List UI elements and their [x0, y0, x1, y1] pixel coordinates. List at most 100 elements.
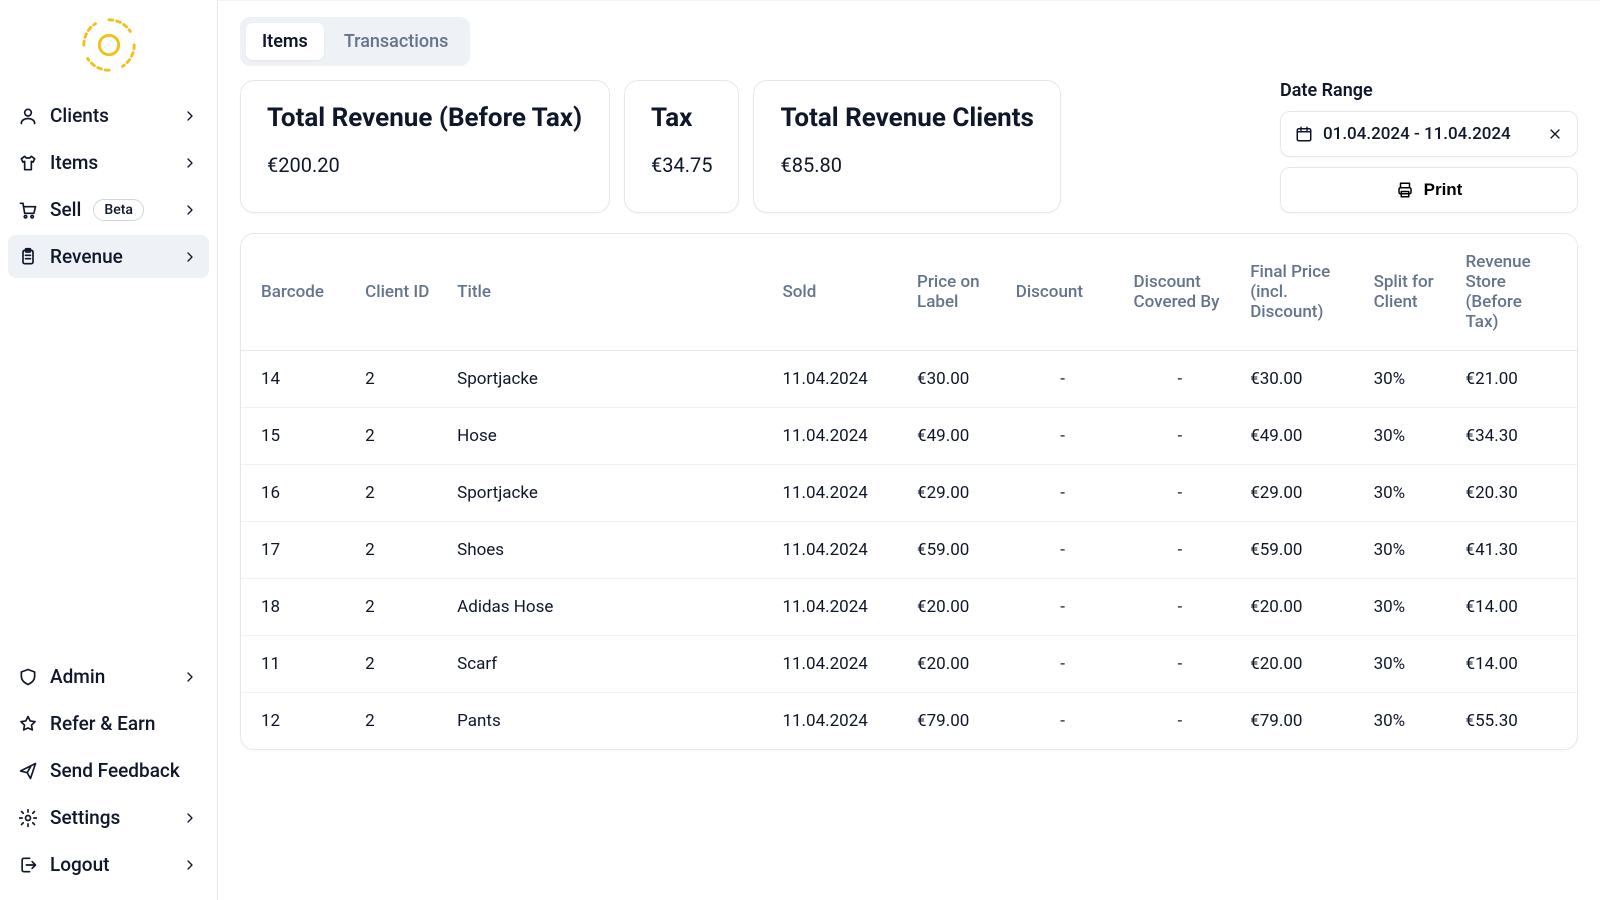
table-cell-client_id: 2 [353, 351, 445, 408]
date-range-picker[interactable]: 01.04.2024 - 11.04.2024 [1280, 111, 1578, 157]
sidebar-item-admin[interactable]: Admin [8, 655, 209, 698]
sidebar: Clients Items SellBetaRevenue Admin Refer &… [0, 0, 218, 900]
table-cell-split: 30% [1362, 408, 1454, 465]
table-cell-client_id: 2 [353, 693, 445, 750]
sidebar-item-label: Send Feedback [50, 759, 180, 782]
table-cell-discount: - [1004, 693, 1122, 750]
table-cell-title: Sportjacke [445, 351, 770, 408]
star-icon [18, 714, 38, 734]
calendar-icon [1295, 125, 1313, 143]
table-cell-discount: - [1004, 522, 1122, 579]
clear-date-icon[interactable] [1547, 126, 1563, 142]
table-header-cell[interactable]: Title [445, 234, 770, 351]
sidebar-item-refer-earn[interactable]: Refer & Earn [8, 702, 209, 745]
table-row[interactable]: 152Hose11.04.2024€49.00--€49.0030%€34.30 [241, 408, 1577, 465]
table-cell-barcode: 12 [241, 693, 353, 750]
table-cell-title: Adidas Hose [445, 579, 770, 636]
sidebar-item-label: Refer & Earn [50, 712, 155, 735]
gear-icon [18, 808, 38, 828]
table-cell-final: €20.00 [1238, 636, 1361, 693]
table-row[interactable]: 112Scarf11.04.2024€20.00--€20.0030%€14.0… [241, 636, 1577, 693]
table-header-cell[interactable]: Split for Client [1362, 234, 1454, 351]
date-range-value: 01.04.2024 - 11.04.2024 [1323, 124, 1511, 144]
table-cell-final: €29.00 [1238, 465, 1361, 522]
card-clients-revenue: Total Revenue Clients €85.80 [753, 80, 1060, 213]
card-tax: Tax €34.75 [624, 80, 739, 213]
chevron-right-icon [181, 107, 199, 125]
table-row[interactable]: 172Shoes11.04.2024€59.00--€59.0030%€41.3… [241, 522, 1577, 579]
table-header-cell[interactable]: Discount Covered By [1122, 234, 1239, 351]
table-cell-rev_store: €21.00 [1454, 351, 1577, 408]
chevron-right-icon [181, 668, 199, 686]
sidebar-item-settings[interactable]: Settings [8, 796, 209, 839]
table-header-cell[interactable]: Discount [1004, 234, 1122, 351]
table-cell-barcode: 15 [241, 408, 353, 465]
table-cell-split: 30% [1362, 465, 1454, 522]
table-cell-price: €79.00 [905, 693, 1004, 750]
tab-transactions[interactable]: Transactions [328, 23, 465, 60]
card-title: Tax [651, 103, 712, 133]
table-cell-client_id: 2 [353, 579, 445, 636]
table-cell-final: €59.00 [1238, 522, 1361, 579]
logout-icon [18, 855, 38, 875]
chevron-right-icon [181, 248, 199, 266]
table-row[interactable]: 142Sportjacke11.04.2024€30.00--€30.0030%… [241, 351, 1577, 408]
card-value: €200.20 [267, 153, 583, 177]
table-row[interactable]: 162Sportjacke11.04.2024€29.00--€29.0030%… [241, 465, 1577, 522]
table-cell-final: €79.00 [1238, 693, 1361, 750]
sidebar-item-label: Settings [50, 806, 120, 829]
table-cell-final: €30.00 [1238, 351, 1361, 408]
table-cell-discount: - [1004, 636, 1122, 693]
table-cell-client_id: 2 [353, 522, 445, 579]
print-button[interactable]: Print [1280, 167, 1578, 213]
table-cell-discount_by: - [1122, 351, 1239, 408]
nav-bottom: Admin Refer & Earn Send Feedback Settings Lo… [8, 655, 209, 886]
sidebar-item-clients[interactable]: Clients [8, 94, 209, 137]
sidebar-item-logout[interactable]: Logout [8, 843, 209, 886]
sidebar-item-label: Items [50, 151, 98, 174]
sidebar-item-sell[interactable]: SellBeta [8, 188, 209, 231]
table-cell-discount: - [1004, 579, 1122, 636]
table-cell-split: 30% [1362, 351, 1454, 408]
table-header-row: BarcodeClient IDTitleSoldPrice on LabelD… [241, 234, 1577, 351]
table-row[interactable]: 122Pants11.04.2024€79.00--€79.0030%€55.3… [241, 693, 1577, 750]
table-cell-price: €59.00 [905, 522, 1004, 579]
table-cell-price: €49.00 [905, 408, 1004, 465]
table-header-cell[interactable]: Revenue Store (Before Tax) [1454, 234, 1577, 351]
table-cell-title: Hose [445, 408, 770, 465]
table-cell-sold: 11.04.2024 [770, 351, 905, 408]
table-cell-sold: 11.04.2024 [770, 579, 905, 636]
table-cell-sold: 11.04.2024 [770, 636, 905, 693]
table-cell-sold: 11.04.2024 [770, 522, 905, 579]
card-value: €34.75 [651, 153, 712, 177]
table-header-cell[interactable]: Barcode [241, 234, 353, 351]
table-cell-split: 30% [1362, 636, 1454, 693]
tab-items[interactable]: Items [246, 23, 324, 60]
table-body: 142Sportjacke11.04.2024€30.00--€30.0030%… [241, 351, 1577, 750]
table-header-cell[interactable]: Sold [770, 234, 905, 351]
chevron-right-icon [181, 809, 199, 827]
send-icon [18, 761, 38, 781]
table-row[interactable]: 182Adidas Hose11.04.2024€20.00--€20.0030… [241, 579, 1577, 636]
table-cell-discount_by: - [1122, 522, 1239, 579]
printer-icon [1396, 181, 1414, 199]
sidebar-item-send-feedback[interactable]: Send Feedback [8, 749, 209, 792]
revenue-table: BarcodeClient IDTitleSoldPrice on LabelD… [240, 233, 1578, 750]
sidebar-item-revenue[interactable]: Revenue [8, 235, 209, 278]
table-cell-rev_store: €55.30 [1454, 693, 1577, 750]
card-total-revenue: Total Revenue (Before Tax) €200.20 [240, 80, 610, 213]
sidebar-item-label: Logout [50, 853, 110, 876]
table-cell-rev_store: €14.00 [1454, 579, 1577, 636]
sidebar-item-items[interactable]: Items [8, 141, 209, 184]
brand-logo-icon [78, 14, 140, 76]
table-cell-price: €29.00 [905, 465, 1004, 522]
logo [8, 14, 209, 76]
table-cell-title: Scarf [445, 636, 770, 693]
table-header-cell[interactable]: Final Price (incl. Discount) [1238, 234, 1361, 351]
table-header-cell[interactable]: Price on Label [905, 234, 1004, 351]
table-header-cell[interactable]: Client ID [353, 234, 445, 351]
clipboard-icon [18, 247, 38, 267]
chevron-right-icon [181, 201, 199, 219]
table-cell-discount_by: - [1122, 636, 1239, 693]
table-cell-split: 30% [1362, 579, 1454, 636]
